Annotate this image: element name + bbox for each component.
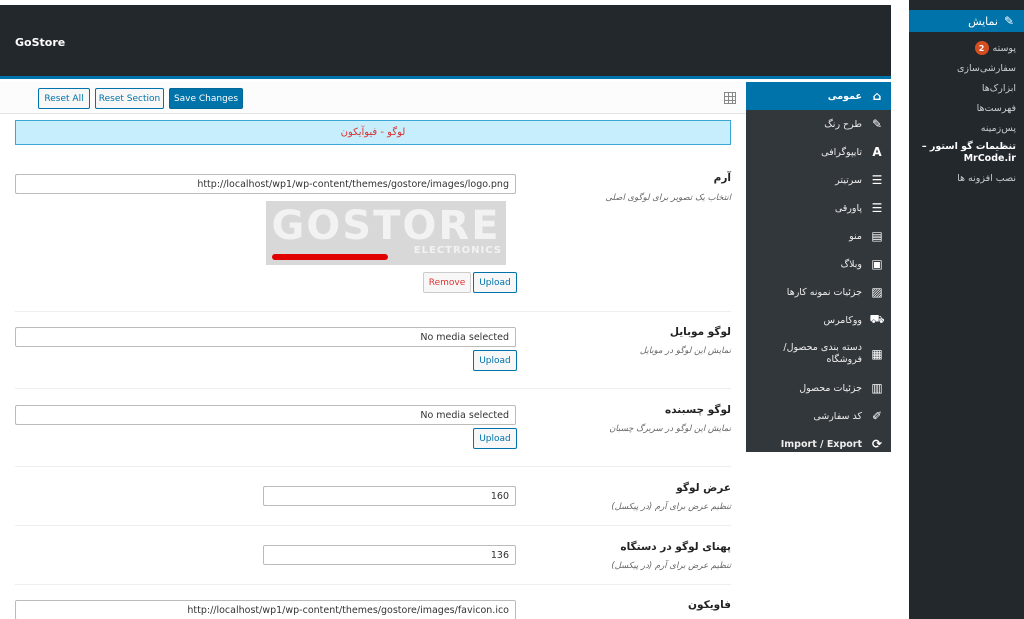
brand-title: GoStore: [15, 36, 66, 49]
favicon-field-title: فاویکون: [688, 599, 731, 611]
nav-item-header[interactable]: ☰ سرتیتر: [746, 166, 891, 194]
wp-submenu-theme-options[interactable]: تنظیمات گو استور – MrCode.ir: [909, 138, 1024, 168]
nav-item-product-category[interactable]: ▦ دسته بندی محصول/فروشگاه: [746, 334, 891, 374]
reset-all-button[interactable]: Reset All: [38, 88, 90, 109]
device-logo-width-field-desc: تنظیم عرض برای آرم (در پیکسل): [611, 561, 731, 571]
update-count-badge: 2: [974, 41, 989, 55]
section-title-banner: لوگو - فیوآیکون: [15, 120, 731, 145]
options-toolbar: Reset All Reset Section Save Changes: [0, 82, 746, 114]
wp-submenu-label: ابزارک‌ها: [981, 82, 1016, 94]
nav-item-woocommerce[interactable]: ⛟ ووکامرس: [746, 306, 891, 334]
device-logo-width-field-title: پهنای لوگو در دستگاه: [620, 541, 731, 553]
wp-submenu-background[interactable]: پس‌زمینه: [909, 118, 1024, 138]
sticky-logo-upload-button[interactable]: Upload: [473, 428, 517, 449]
wp-submenu-label: نصب افزونه ها: [957, 172, 1016, 184]
logo-url-input[interactable]: [15, 174, 516, 194]
nav-item-portfolio-details[interactable]: ▨ جزئیات نمونه کارها: [746, 278, 891, 306]
wp-submenu-install-plugins[interactable]: نصب افزونه ها: [909, 168, 1024, 188]
mobile-logo-field-title: لوگو موبایل: [669, 326, 731, 338]
list-icon: ▤: [871, 229, 883, 243]
logo-upload-button[interactable]: Upload: [473, 272, 517, 293]
nav-item-typography[interactable]: A تایپوگرافی: [746, 138, 891, 166]
edit-icon: ✐: [871, 409, 883, 423]
nav-item-label: وبلاگ: [840, 258, 862, 270]
logo-preview-text: GOSTORE: [271, 203, 501, 249]
nav-item-label: جزئیات نمونه کارها: [786, 286, 862, 298]
wp-submenu-label: پوسته: [992, 42, 1016, 54]
nav-item-label: عمومی: [827, 90, 862, 102]
grid-icon: ▦: [871, 347, 883, 361]
nav-item-label: سرتیتر: [835, 174, 862, 186]
font-icon: A: [872, 145, 882, 159]
wp-admin-sidebar: ✎ نمایش پوسته 2 سفارشی‌سازی ابزارک‌ها فه…: [909, 0, 1024, 619]
menu-icon: ☰: [871, 201, 883, 215]
nav-item-label: طرح رنگ: [824, 118, 862, 130]
wp-submenu-menus[interactable]: فهرست‌ها: [909, 98, 1024, 118]
wp-submenu-label: فهرست‌ها: [976, 102, 1016, 114]
nav-item-label: کد سفارشی: [813, 410, 862, 422]
mobile-logo-upload-button[interactable]: Upload: [473, 350, 517, 371]
wp-menu-appearance-label: نمایش: [968, 14, 998, 28]
options-content: Reset All Reset Section Save Changes لوگ…: [0, 82, 746, 619]
mobile-logo-input[interactable]: [15, 327, 516, 347]
device-logo-width-input[interactable]: [263, 545, 516, 565]
expand-options-icon[interactable]: [724, 92, 736, 104]
reset-section-button[interactable]: Reset Section: [95, 88, 164, 109]
red-highlight-underline: [272, 254, 388, 260]
logo-width-field-title: عرض لوگو: [676, 482, 731, 494]
field-divider: [15, 311, 731, 312]
image-icon: ▨: [871, 285, 883, 299]
nav-item-label: تایپوگرافی: [821, 146, 862, 158]
nav-item-color-scheme[interactable]: ✎ طرح رنگ: [746, 110, 891, 138]
logo-width-field-desc: تنظیم عرض برای آرم (در پیکسل): [611, 502, 731, 512]
nav-item-label: جزئیات محصول: [799, 382, 862, 394]
blog-icon: ▣: [871, 257, 883, 271]
cart-icon: ⛟: [869, 312, 885, 326]
nav-item-label: Import / Export: [780, 438, 862, 450]
home-icon: ⌂: [872, 89, 882, 103]
field-divider: [15, 584, 731, 585]
refresh-icon: ⟳: [871, 437, 883, 451]
favicon-url-input[interactable]: [15, 600, 516, 619]
nav-item-blog[interactable]: ▣ وبلاگ: [746, 250, 891, 278]
nav-item-label: منو: [849, 230, 862, 242]
nav-item-import-export[interactable]: ⟳ Import / Export: [746, 430, 891, 458]
brush-icon: ✎: [871, 117, 883, 131]
nav-item-label: ووکامرس: [823, 314, 862, 326]
logo-remove-button[interactable]: Remove: [423, 272, 471, 293]
wp-submenu-widgets[interactable]: ابزارک‌ها: [909, 78, 1024, 98]
sticky-logo-field-title: لوگو چسبنده: [665, 404, 731, 416]
logo-width-input[interactable]: [263, 486, 516, 506]
nav-item-label: پاورقی: [834, 202, 862, 214]
nav-item-product-details[interactable]: ▥ جزئیات محصول: [746, 374, 891, 402]
mobile-logo-field-desc: نمایش این لوگو در موبایل: [639, 346, 731, 356]
clipboard-icon: ▥: [871, 381, 883, 395]
wp-submenu-themes[interactable]: پوسته 2: [909, 38, 1024, 58]
wp-menu-appearance[interactable]: ✎ نمایش: [909, 10, 1024, 32]
sticky-logo-field-desc: نمایش این لوگو در سربرگ چسبان: [609, 424, 731, 434]
nav-item-custom-code[interactable]: ✐ کد سفارشی: [746, 402, 891, 430]
logo-field-title: آرم: [713, 172, 731, 184]
wp-submenu: پوسته 2 سفارشی‌سازی ابزارک‌ها فهرست‌ها پ…: [909, 38, 1024, 188]
wp-submenu-customize[interactable]: سفارشی‌سازی: [909, 58, 1024, 78]
paintbrush-icon: ✎: [1003, 14, 1014, 28]
wp-submenu-label: تنظیمات گو استور – MrCode.ir: [921, 141, 1016, 164]
options-header: GoStore: [0, 5, 891, 79]
menu-icon: ☰: [871, 173, 883, 187]
nav-item-label: دسته بندی محصول/فروشگاه: [783, 342, 862, 365]
wp-submenu-label: سفارشی‌سازی: [956, 62, 1016, 74]
wp-submenu-label: پس‌زمینه: [980, 122, 1016, 134]
nav-item-menu[interactable]: ▤ منو: [746, 222, 891, 250]
field-divider: [15, 466, 731, 467]
logo-field-desc: انتخاب یک تصویر برای لوگوی اصلی: [605, 193, 731, 203]
field-divider: [15, 525, 731, 526]
field-divider: [15, 388, 731, 389]
logo-preview-subtext: ELECTRONICS: [413, 245, 502, 256]
nav-item-footer[interactable]: ☰ پاورقی: [746, 194, 891, 222]
sticky-logo-input[interactable]: [15, 405, 516, 425]
nav-item-general[interactable]: ⌂ عمومی: [746, 82, 891, 110]
save-changes-button[interactable]: Save Changes: [169, 88, 243, 109]
options-nav: ⌂ عمومی ✎ طرح رنگ A تایپوگرافی ☰ سرتیتر …: [746, 82, 891, 452]
